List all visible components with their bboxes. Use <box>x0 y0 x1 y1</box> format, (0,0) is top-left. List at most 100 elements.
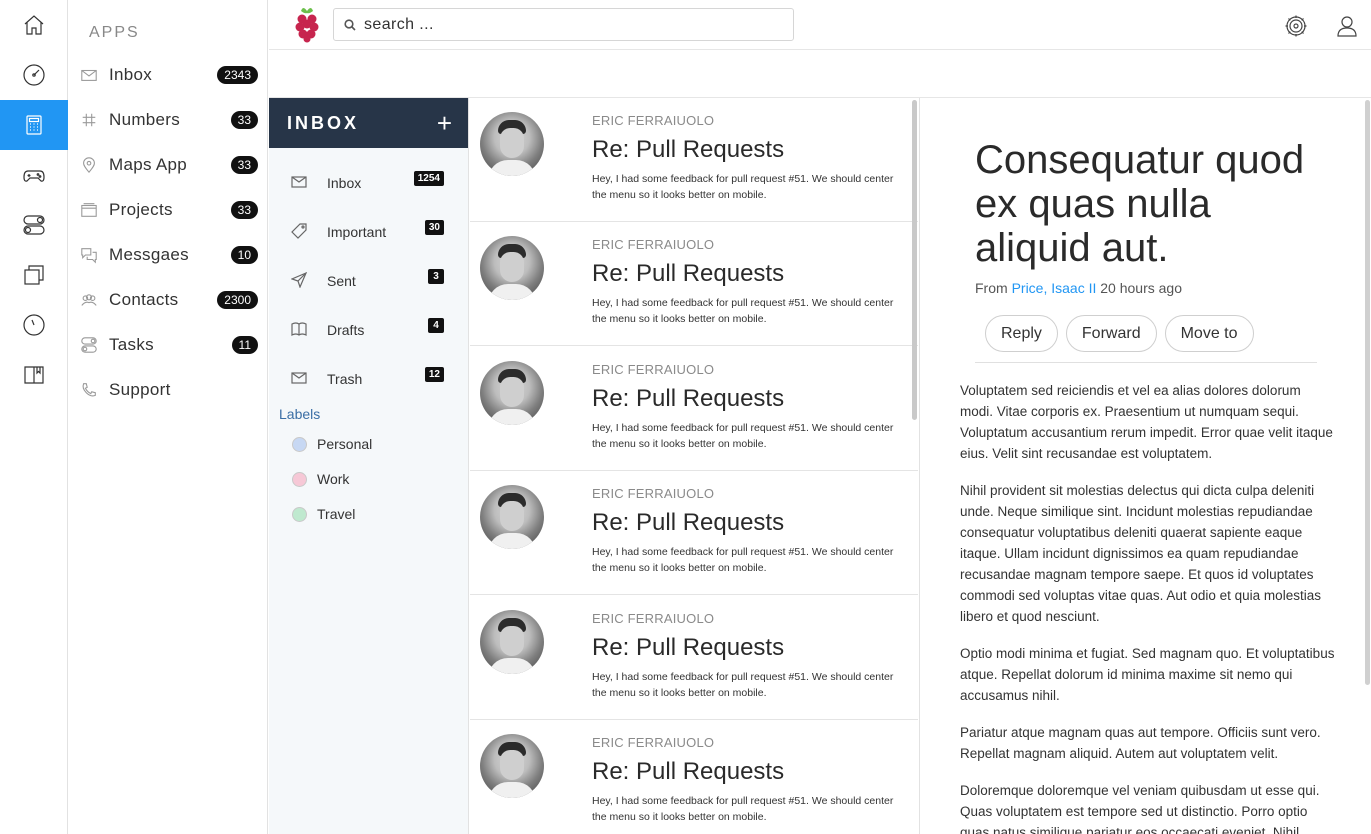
add-button[interactable]: + <box>437 110 452 136</box>
rail-calculator-button[interactable] <box>0 100 68 150</box>
app-item-tasks[interactable]: Tasks 11 <box>68 322 268 367</box>
mail-icon <box>79 65 99 85</box>
label-work[interactable]: Work <box>292 471 349 487</box>
rail-clock-button[interactable] <box>0 300 68 350</box>
book-icon <box>24 366 44 384</box>
mail-icon <box>291 370 309 388</box>
folder-label: Trash <box>327 370 363 387</box>
apps-sidebar: APPS Inbox 2343 Numbers 33 Maps App 33 P… <box>68 0 268 834</box>
message-item[interactable]: ERIC FERRAIUOLO Re: Pull Requests Hey, I… <box>470 720 918 834</box>
calculator-icon <box>26 115 42 135</box>
message-item[interactable]: ERIC FERRAIUOLO Re: Pull Requests Hey, I… <box>470 596 918 720</box>
count-badge: 12 <box>424 367 444 382</box>
folder-trash[interactable]: Trash 12 <box>269 354 469 403</box>
rail-book-button[interactable] <box>0 350 68 400</box>
body-paragraph: Doloremque doloremque vel veniam quibusd… <box>960 783 1320 834</box>
rail-windows-button[interactable] <box>0 250 68 300</box>
message-title: Consequatur quod ex quas nulla aliquid a… <box>975 138 1305 270</box>
sender-link[interactable]: Price, Isaac II <box>1012 280 1097 296</box>
message-meta: From Price, Isaac II 20 hours ago <box>975 280 1182 296</box>
app-item-label: Contacts <box>109 289 179 309</box>
people-icon <box>79 290 99 310</box>
raspberry-logo[interactable] <box>291 5 323 43</box>
avatar <box>480 361 544 425</box>
count-badge: 33 <box>230 110 258 129</box>
folder-important[interactable]: Important 30 <box>269 207 469 256</box>
folder-label: Drafts <box>327 321 365 338</box>
search-input[interactable] <box>364 15 784 34</box>
body-paragraph: Nihil provident sit molestias delectus q… <box>960 483 1321 624</box>
send-icon <box>290 271 309 290</box>
avatar <box>480 236 544 300</box>
reply-button[interactable]: Reply <box>985 315 1058 352</box>
message-item[interactable]: ERIC FERRAIUOLO Re: Pull Requests Hey, I… <box>470 98 918 222</box>
app-item-maps[interactable]: Maps App 33 <box>68 142 268 187</box>
app-item-support[interactable]: Support <box>68 367 268 412</box>
label-color-dot <box>292 436 307 452</box>
toggle-icon <box>23 215 45 235</box>
folder-label: Inbox <box>327 174 362 191</box>
reading-pane-scrollbar[interactable] <box>1365 100 1370 685</box>
app-item-inbox[interactable]: Inbox 2343 <box>68 52 268 97</box>
message-list-scrollbar[interactable] <box>912 100 917 420</box>
message-item[interactable]: ERIC FERRAIUOLO Re: Pull Requests Hey, I… <box>470 347 918 471</box>
message-subject: Re: Pull Requests <box>592 509 785 536</box>
count-badge: 4 <box>428 318 444 333</box>
folder-inbox[interactable]: Inbox 1254 <box>269 158 469 207</box>
count-badge: 2343 <box>217 65 258 84</box>
rail-home-button[interactable] <box>0 0 68 50</box>
message-item[interactable]: ERIC FERRAIUOLO Re: Pull Requests Hey, I… <box>470 222 918 346</box>
top-bar <box>269 0 1371 50</box>
app-item-projects[interactable]: Projects 33 <box>68 187 268 232</box>
message-item[interactable]: ERIC FERRAIUOLO Re: Pull Requests Hey, I… <box>470 471 918 595</box>
divider <box>975 362 1317 363</box>
message-subject: Re: Pull Requests <box>592 385 785 412</box>
user-button[interactable] <box>1335 14 1359 38</box>
search-box[interactable] <box>333 8 794 41</box>
app-item-contacts[interactable]: Contacts 2300 <box>68 277 268 322</box>
user-icon <box>1337 16 1357 37</box>
app-item-label: Numbers <box>109 109 181 129</box>
message-list: ERIC FERRAIUOLO Re: Pull Requests Hey, I… <box>470 98 920 834</box>
avatar <box>480 610 544 674</box>
sub-header <box>269 50 1371 98</box>
message-preview: Hey, I had some feedback for pull reques… <box>592 173 894 201</box>
count-badge: 3 <box>428 269 444 284</box>
settings-button[interactable] <box>1284 14 1308 38</box>
app-item-label: Projects <box>109 199 173 219</box>
map-pin-icon <box>79 155 99 175</box>
rail-toggle-button[interactable] <box>0 200 68 250</box>
count-badge: 33 <box>230 200 258 219</box>
message-sender: ERIC FERRAIUOLO <box>592 735 715 750</box>
avatar <box>480 485 544 549</box>
app-item-label: Maps App <box>109 154 188 174</box>
folders-title: INBOX <box>287 112 360 133</box>
label-travel[interactable]: Travel <box>292 506 355 522</box>
label-personal[interactable]: Personal <box>292 436 372 452</box>
app-item-numbers[interactable]: Numbers 33 <box>68 97 268 142</box>
forward-button[interactable]: Forward <box>1065 315 1157 352</box>
app-item-label: Support <box>109 379 171 399</box>
rail-dashboard-button[interactable] <box>0 50 68 100</box>
tag-icon <box>291 222 309 241</box>
move-to-button[interactable]: Move to <box>1164 315 1254 352</box>
count-badge: 33 <box>230 155 258 174</box>
message-sender: ERIC FERRAIUOLO <box>592 113 715 128</box>
phone-icon <box>79 380 99 400</box>
avatar <box>480 734 544 798</box>
message-preview: Hey, I had some feedback for pull reques… <box>592 297 894 325</box>
rail-gamepad-button[interactable] <box>0 150 68 200</box>
label-color-dot <box>292 471 307 487</box>
app-item-messages[interactable]: Messgaes 10 <box>68 232 268 277</box>
app-item-label: Tasks <box>109 334 154 354</box>
search-icon <box>344 18 356 31</box>
folder-sent[interactable]: Sent 3 <box>269 256 469 305</box>
message-subject: Re: Pull Requests <box>592 136 785 163</box>
message-sender: ERIC FERRAIUOLO <box>592 362 715 377</box>
folder-drafts[interactable]: Drafts 4 <box>269 305 469 354</box>
from-prefix: From <box>975 280 1008 296</box>
message-preview: Hey, I had some feedback for pull reques… <box>592 795 894 823</box>
message-sender: ERIC FERRAIUOLO <box>592 611 715 626</box>
message-preview: Hey, I had some feedback for pull reques… <box>592 422 894 450</box>
labels-title: Labels <box>279 406 321 422</box>
